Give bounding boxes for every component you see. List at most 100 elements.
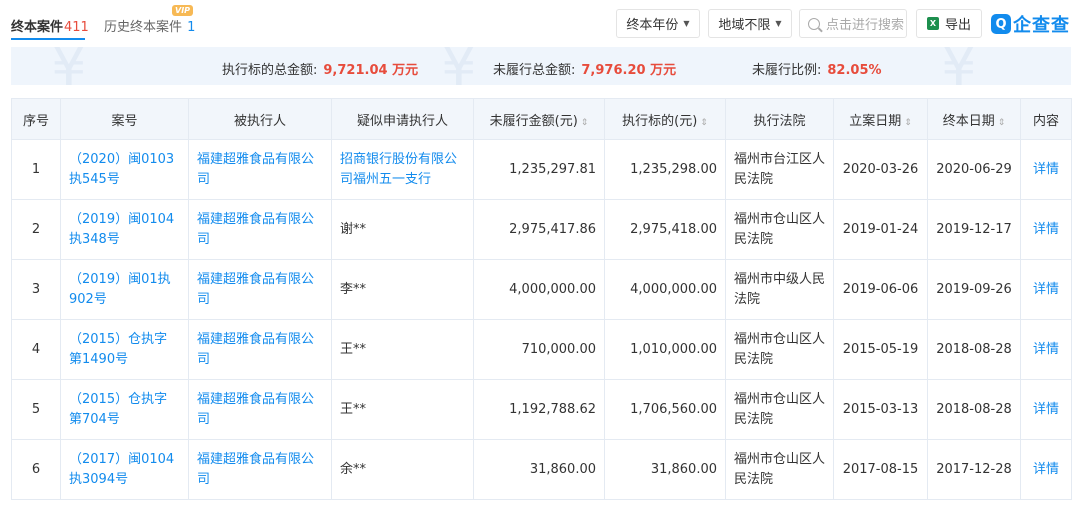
year-filter-label: 终本年份 xyxy=(626,18,679,33)
tab-count: 1 xyxy=(187,20,196,35)
details-link[interactable]: 详情 xyxy=(1020,319,1072,380)
cell-case-number-link[interactable]: （2015）仓执字第1490号 xyxy=(60,319,189,380)
table-row: 6 （2017）闽0104执3094号 福建超雅食品有限公司 余** 31,86… xyxy=(11,439,1072,500)
details-link[interactable]: 详情 xyxy=(1020,139,1072,200)
region-filter-dropdown[interactable]: 地域不限 ▼ xyxy=(708,9,792,38)
total-amount-value: 9,721.04 万元 xyxy=(323,63,419,78)
cell-executee-link[interactable]: 福建超雅食品有限公司 xyxy=(188,199,332,260)
total-amount-label: 执行标的总金额: xyxy=(222,63,318,78)
unfulfilled-amount-label: 未履行总金额: xyxy=(493,63,576,78)
cell-court: 福州市台江区人民法院 xyxy=(725,139,834,200)
cell-no: 6 xyxy=(11,439,61,500)
cell-unfulfilled: 2,975,417.86 xyxy=(473,199,605,260)
caret-down-icon: ▼ xyxy=(775,19,782,28)
cell-case-number-link[interactable]: （2017）闽0104执3094号 xyxy=(60,439,189,500)
details-link[interactable]: 详情 xyxy=(1020,439,1072,500)
cases-table: 序号 案号 被执行人 疑似申请执行人 未履行金额(元) ⇕ 执行标的(元) ⇕ 执行… xyxy=(11,98,1072,500)
cell-court: 福州市中级人民法院 xyxy=(725,259,834,320)
cell-no: 1 xyxy=(11,139,61,200)
logo-text: 企查查 xyxy=(1013,15,1070,36)
cell-unfulfilled: 1,235,297.81 xyxy=(473,139,605,200)
cell-no: 2 xyxy=(11,199,61,260)
sort-icon[interactable]: ⇕ xyxy=(700,118,708,128)
table-row: 4 （2015）仓执字第1490号 福建超雅食品有限公司 王** 710,000… xyxy=(11,319,1072,380)
cell-end-date: 2018-08-28 xyxy=(927,319,1021,380)
cell-executee-link[interactable]: 福建超雅食品有限公司 xyxy=(188,319,332,380)
year-filter-dropdown[interactable]: 终本年份 ▼ xyxy=(616,9,700,38)
sort-icon[interactable]: ⇕ xyxy=(581,118,589,128)
watermark-icon: ¥ xyxy=(441,47,477,85)
cell-unfulfilled: 31,860.00 xyxy=(473,439,605,500)
export-button[interactable]: X 导出 xyxy=(916,9,982,38)
cell-target: 31,860.00 xyxy=(604,439,726,500)
cell-applicant: 李** xyxy=(331,259,474,320)
cell-filed-date: 2019-01-24 xyxy=(833,199,928,260)
cell-end-date: 2020-06-29 xyxy=(927,139,1021,200)
table-row: 3 （2019）闽01执902号 福建超雅食品有限公司 李** 4,000,00… xyxy=(11,259,1072,320)
header-target-amount[interactable]: 执行标的(元) ⇕ xyxy=(604,98,726,140)
cell-unfulfilled: 1,192,788.62 xyxy=(473,379,605,440)
cell-filed-date: 2019-06-06 xyxy=(833,259,928,320)
sort-icon[interactable]: ⇕ xyxy=(904,118,912,128)
cell-applicant: 王** xyxy=(331,319,474,380)
cell-end-date: 2018-08-28 xyxy=(927,379,1021,440)
header-executee: 被执行人 xyxy=(188,98,332,140)
header-label: 立案日期 xyxy=(849,113,902,129)
cell-case-number-link[interactable]: （2019）闽01执902号 xyxy=(60,259,189,320)
table-row: 5 （2015）仓执字第704号 福建超雅食品有限公司 王** 1,192,78… xyxy=(11,379,1072,440)
cell-executee-link[interactable]: 福建超雅食品有限公司 xyxy=(188,139,332,200)
tab-history-cases[interactable]: 历史终本案件 1 xyxy=(104,16,195,35)
vip-badge: VIP xyxy=(172,5,194,16)
logo-mark-icon: Q xyxy=(991,14,1011,34)
unfulfilled-ratio-label: 未履行比例: xyxy=(752,63,822,78)
details-link[interactable]: 详情 xyxy=(1020,259,1072,320)
export-label: 导出 xyxy=(944,18,971,33)
header-filing-date[interactable]: 立案日期 ⇕ xyxy=(833,98,928,140)
summary-bar: ¥ ¥ ¥ 执行标的总金额: 9,721.04 万元 未履行总金额: 7,976.2… xyxy=(11,47,1071,85)
tab-label: 终本案件 xyxy=(11,20,64,35)
cell-no: 3 xyxy=(11,259,61,320)
cell-court: 福州市仓山区人民法院 xyxy=(725,439,834,500)
region-filter-label: 地域不限 xyxy=(718,18,771,33)
unfulfilled-amount: 未履行总金额: 7,976.20 万元 xyxy=(493,59,676,78)
header-unfulfilled-amount[interactable]: 未履行金额(元) ⇕ xyxy=(473,98,605,140)
active-tab-indicator xyxy=(11,38,85,40)
tab-terminated-cases[interactable]: 终本案件411 xyxy=(11,16,89,35)
cell-unfulfilled: 4,000,000.00 xyxy=(473,259,605,320)
table-header-row: 序号 案号 被执行人 疑似申请执行人 未履行金额(元) ⇕ 执行标的(元) ⇕ 执行… xyxy=(11,98,1072,140)
cell-target: 2,975,418.00 xyxy=(604,199,726,260)
search-placeholder: 点击进行搜索 xyxy=(826,18,905,33)
cell-court: 福州市仓山区人民法院 xyxy=(725,199,834,260)
cell-case-number-link[interactable]: （2015）仓执字第704号 xyxy=(60,379,189,440)
cell-applicant: 余** xyxy=(331,439,474,500)
watermark-icon: ¥ xyxy=(51,47,87,85)
cell-end-date: 2019-09-26 xyxy=(927,259,1021,320)
cell-filed-date: 2020-03-26 xyxy=(833,139,928,200)
table-row: 1 （2020）闽0103执545号 福建超雅食品有限公司 招商银行股份有限公司… xyxy=(11,139,1072,200)
sort-icon[interactable]: ⇕ xyxy=(998,118,1006,128)
cell-filed-date: 2017-08-15 xyxy=(833,439,928,500)
cell-applicant-link[interactable]: 招商银行股份有限公司福州五一支行 xyxy=(331,139,474,200)
header-applicant: 疑似申请执行人 xyxy=(331,98,474,140)
unfulfilled-amount-value: 7,976.20 万元 xyxy=(581,63,677,78)
cell-target: 1,010,000.00 xyxy=(604,319,726,380)
cell-applicant: 谢** xyxy=(331,199,474,260)
cell-case-number-link[interactable]: （2020）闽0103执545号 xyxy=(60,139,189,200)
cell-filed-date: 2015-05-19 xyxy=(833,319,928,380)
cell-applicant: 王** xyxy=(331,379,474,440)
tab-label: 历史终本案件 xyxy=(104,20,183,35)
cell-executee-link[interactable]: 福建超雅食品有限公司 xyxy=(188,439,332,500)
search-input[interactable]: 点击进行搜索 xyxy=(799,9,907,38)
cell-unfulfilled: 710,000.00 xyxy=(473,319,605,380)
details-link[interactable]: 详情 xyxy=(1020,199,1072,260)
excel-icon: X xyxy=(926,17,939,30)
header-label: 终本日期 xyxy=(942,113,995,129)
cell-executee-link[interactable]: 福建超雅食品有限公司 xyxy=(188,379,332,440)
details-link[interactable]: 详情 xyxy=(1020,379,1072,440)
cell-executee-link[interactable]: 福建超雅食品有限公司 xyxy=(188,259,332,320)
header-no: 序号 xyxy=(11,98,61,140)
cell-case-number-link[interactable]: （2019）闽0104执348号 xyxy=(60,199,189,260)
header-label: 未履行金额(元) xyxy=(489,113,578,129)
header-end-date[interactable]: 终本日期 ⇕ xyxy=(927,98,1021,140)
header-label: 执行标的(元) xyxy=(622,113,698,129)
